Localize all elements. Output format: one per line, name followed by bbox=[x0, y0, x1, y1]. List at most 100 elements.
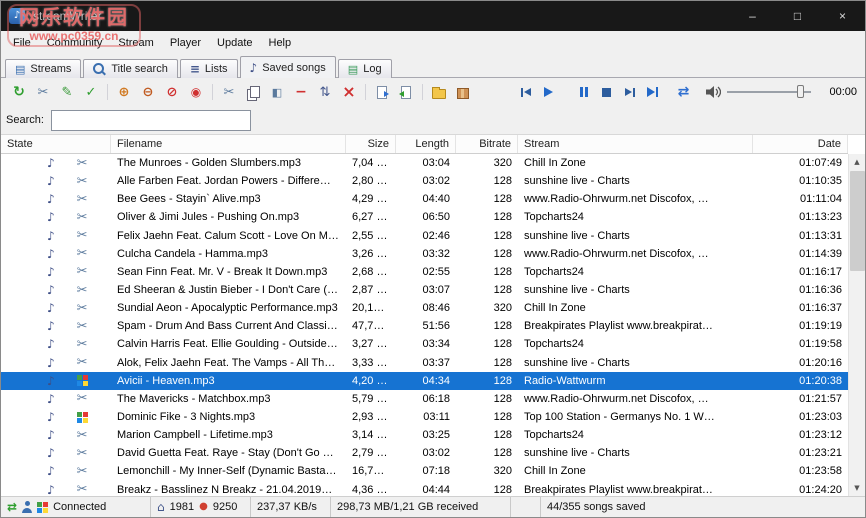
state-cell: ♪ ✂ bbox=[1, 338, 111, 351]
table-row[interactable]: ♪ ✂ Spam - Drum And Bass Current And Class… bbox=[1, 317, 848, 336]
table-row[interactable]: ♪ ✂ Oliver & Jimi Jules - Pushing On.mp3 6,… bbox=[1, 208, 848, 227]
column-header-bitrate[interactable]: Bitrate bbox=[456, 135, 518, 153]
menu-item-file[interactable]: File bbox=[5, 31, 39, 55]
table-row[interactable]: ♪ ✂ Marion Campbell - Lifetime.mp3 3,14 MB 0… bbox=[1, 426, 848, 445]
table-row[interactable]: ♪ ✂ Lemonchill - My Inner-Self (Dynamic Ba… bbox=[1, 462, 848, 481]
scissors-button[interactable]: ✂ bbox=[31, 81, 55, 103]
table-row[interactable]: ♪ ✂ David Guetta Feat. Raye - Stay (Don't … bbox=[1, 444, 848, 463]
stream-cell: www.Radio-Ohrwurm.net Discofox, … bbox=[524, 392, 709, 405]
scissors-icon: ✂ bbox=[76, 191, 88, 207]
table-row[interactable]: ♪ ✂ Sean Finn Feat. Mr. V - Break It Down.… bbox=[1, 262, 848, 281]
column-header-stream[interactable]: Stream bbox=[518, 135, 753, 153]
folder-button[interactable] bbox=[427, 81, 451, 103]
search-label: Search: bbox=[6, 114, 44, 126]
import-button[interactable] bbox=[370, 81, 394, 103]
scroll-up-button[interactable]: ▲ bbox=[849, 154, 866, 170]
toolbar-right: ⇄ 00:00 bbox=[514, 81, 857, 103]
tab-label: Lists bbox=[204, 63, 228, 75]
tab-title-search[interactable]: Title search bbox=[83, 59, 178, 78]
tab-log[interactable]: ▤ Log bbox=[337, 59, 392, 78]
search-input[interactable] bbox=[50, 109, 251, 131]
table-row[interactable]: ♪ ✂ Culcha Candela - Hamma.mp3 3,26 MB 03:32… bbox=[1, 244, 848, 263]
scissors-icon: ✂ bbox=[76, 355, 88, 371]
column-header-filename[interactable]: Filename bbox=[111, 135, 346, 153]
skip-back-button[interactable] bbox=[514, 81, 537, 103]
scroll-down-button[interactable]: ▼ bbox=[849, 480, 866, 496]
scissors-icon: ✂ bbox=[76, 282, 88, 298]
table-row[interactable]: ♪ ✂ Felix Jaehn Feat. Calum Scott - Love O… bbox=[1, 226, 848, 245]
tab-saved-songs[interactable]: ♪ Saved songs bbox=[239, 56, 336, 78]
column-header-state[interactable]: State bbox=[1, 135, 111, 153]
table-row[interactable]: ♪ ✂ Breakz - Basslinez N Breakz - 21.04.20… bbox=[1, 480, 848, 496]
play-next-button[interactable] bbox=[641, 81, 664, 103]
check-button[interactable]: ✓ bbox=[79, 81, 103, 103]
state-cell: ♪ ✂ bbox=[1, 302, 111, 315]
table-row[interactable]: ♪ Avicii - Heaven.mp3 4,20 MB 04:34 128 Radio… bbox=[1, 371, 848, 390]
remove-button[interactable]: − bbox=[289, 81, 313, 103]
stop-button[interactable] bbox=[595, 81, 618, 103]
column-header-date[interactable]: Date bbox=[753, 135, 848, 153]
edit-tag-button[interactable]: ✎ bbox=[55, 81, 79, 103]
blacklist-button[interactable]: ⊘ bbox=[160, 81, 184, 103]
menu-item-stream[interactable]: Stream bbox=[110, 31, 161, 55]
stream-cell: Topcharts24 bbox=[524, 265, 584, 278]
length-cell: 03:25 bbox=[422, 429, 450, 442]
tab-lists[interactable]: ≡ Lists bbox=[179, 59, 238, 78]
length-cell: 06:50 bbox=[422, 211, 450, 224]
table-row[interactable]: ♪ ✂ Alok, Felix Jaehn Feat. The Vamps - Al… bbox=[1, 353, 848, 372]
remove-stream-button[interactable]: ⊖ bbox=[136, 81, 160, 103]
shuffle-button[interactable]: ⇄ bbox=[672, 81, 695, 103]
menu-item-community[interactable]: Community bbox=[39, 31, 111, 55]
bitrate-cell: 128 bbox=[493, 338, 512, 351]
blocks-icon bbox=[37, 501, 43, 507]
volume-slider[interactable] bbox=[727, 83, 811, 101]
table-row[interactable]: ♪ ✂ Alle Farben Feat. Jordan Powers - Diff… bbox=[1, 172, 848, 191]
bitrate-cell: 128 bbox=[493, 247, 512, 260]
menu-item-help[interactable]: Help bbox=[261, 31, 300, 55]
play-button[interactable] bbox=[537, 81, 560, 103]
scissors-icon: ✂ bbox=[76, 300, 88, 316]
state-cell: ♪ ✂ bbox=[1, 465, 111, 478]
skip-forward-button[interactable] bbox=[618, 81, 641, 103]
table-row[interactable]: ♪ ✂ The Mavericks - Matchbox.mp3 5,79 MB 06:… bbox=[1, 389, 848, 408]
menu-item-player[interactable]: Player bbox=[162, 31, 209, 55]
volume-thumb[interactable] bbox=[797, 85, 804, 98]
pause-button[interactable] bbox=[572, 81, 595, 103]
maximize-button[interactable]: □ bbox=[775, 1, 820, 31]
minimize-button[interactable]: – bbox=[730, 1, 775, 31]
cut-button[interactable]: ✂ bbox=[217, 81, 241, 103]
table-row[interactable]: ♪ ✂ Calvin Harris Feat. Ellie Goulding - O… bbox=[1, 335, 848, 354]
copy-button[interactable] bbox=[241, 81, 265, 103]
table-row[interactable]: ♪ ✂ Sundial Aeon - Apocalyptic Performance… bbox=[1, 299, 848, 318]
table-row[interactable]: ♪ ✂ The Munroes - Golden Slumbers.mp3 7,04 … bbox=[1, 154, 848, 173]
note-icon: ♪ bbox=[47, 283, 55, 298]
status-saved: 44/355 songs saved bbox=[541, 497, 865, 517]
column-header-length[interactable]: Length bbox=[396, 135, 456, 153]
scroll-thumb[interactable] bbox=[849, 171, 865, 271]
filename-cell: David Guetta Feat. Raye - Stay (Don't Go… bbox=[117, 447, 334, 460]
add-stream-button[interactable]: ⊕ bbox=[112, 81, 136, 103]
house-icon: ⌂ bbox=[157, 500, 165, 514]
menu-item-update[interactable]: Update bbox=[209, 31, 260, 55]
table-row[interactable]: ♪ Dominic Fike - 3 Nights.mp3 2,93 MB 03:11… bbox=[1, 407, 848, 427]
record-button[interactable]: ◉ bbox=[184, 81, 208, 103]
table-row[interactable]: ♪ ✂ Ed Sheeran & Justin Bieber - I Don't C… bbox=[1, 280, 848, 300]
streams-icon: ▤ bbox=[15, 62, 26, 76]
column-header-size[interactable]: Size bbox=[346, 135, 396, 153]
delete-button[interactable]: × bbox=[337, 81, 361, 103]
folder-icon bbox=[432, 86, 446, 99]
trim-button[interactable]: ◧ bbox=[265, 81, 289, 103]
close-button[interactable]: × bbox=[820, 1, 865, 31]
package-button[interactable] bbox=[451, 81, 475, 103]
copy-icon bbox=[247, 85, 260, 101]
refresh-button[interactable]: ↻ bbox=[7, 81, 31, 103]
title-search-icon bbox=[93, 62, 106, 76]
export-button[interactable] bbox=[394, 81, 418, 103]
tab-streams[interactable]: ▤ Streams bbox=[5, 59, 82, 78]
bitrate-cell: 128 bbox=[493, 483, 512, 496]
window-controls: – □ × bbox=[730, 1, 865, 31]
play-next-icon bbox=[647, 87, 658, 97]
table-row[interactable]: ♪ ✂ Bee Gees - Stayin` Alive.mp3 4,29 MB 04:… bbox=[1, 190, 848, 209]
move-button[interactable]: ⇅ bbox=[313, 81, 337, 103]
vertical-scrollbar[interactable]: ▲ ▼ bbox=[848, 154, 865, 496]
